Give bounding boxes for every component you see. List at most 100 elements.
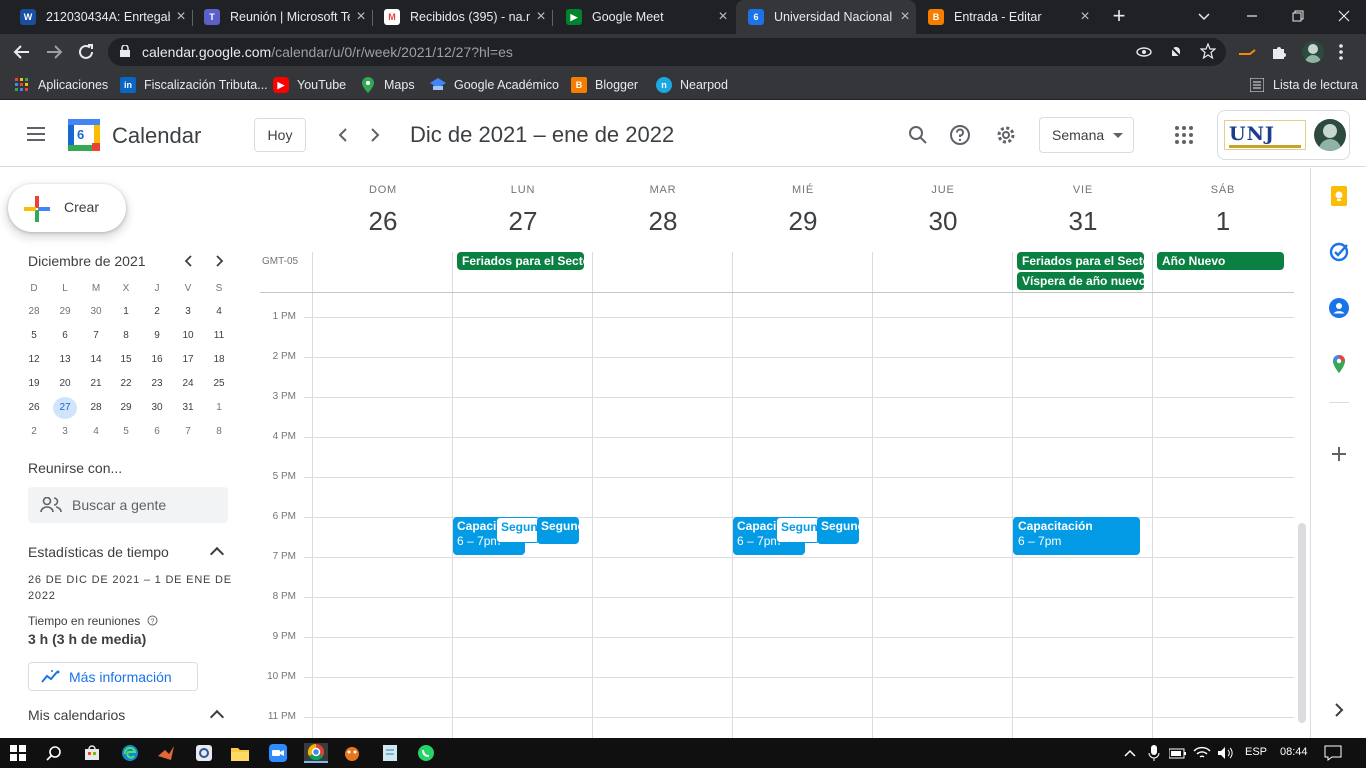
close-icon[interactable]: × <box>1074 8 1096 26</box>
mini-day[interactable]: 26 <box>22 397 46 419</box>
menu-dots-icon[interactable] <box>1338 43 1344 61</box>
mini-day[interactable]: 8 <box>207 421 231 443</box>
day-number-button[interactable]: 1 <box>1153 206 1293 237</box>
chrome-taskbar-icon[interactable] <box>304 743 328 763</box>
mini-day[interactable]: 1 <box>114 301 138 323</box>
bookmark-maps[interactable]: Maps <box>360 76 415 94</box>
close-icon[interactable]: × <box>712 8 734 26</box>
puzzle-icon[interactable] <box>1270 43 1288 61</box>
reading-list[interactable]: Lista de lectura <box>1249 76 1358 94</box>
matlab-icon[interactable] <box>156 743 176 763</box>
event-segundo-mon-2[interactable]: Segundo <box>537 517 579 544</box>
mini-day[interactable]: 30 <box>84 301 108 323</box>
bookmark-nearpod[interactable]: n Nearpod <box>656 76 728 94</box>
notes-icon[interactable] <box>380 743 400 763</box>
bookmark-star-icon[interactable] <box>1199 42 1217 60</box>
minimize-icon[interactable] <box>1244 8 1260 24</box>
grid-scrollbar[interactable] <box>1298 523 1306 723</box>
bookmark-youtube[interactable]: ▶ YouTube <box>273 76 346 94</box>
tab-search-icon[interactable] <box>1196 8 1212 24</box>
mini-day[interactable]: 24 <box>176 373 200 395</box>
contacts-icon[interactable] <box>1329 298 1349 318</box>
event-capacitacion-fri[interactable]: Capacitación 6 – 7pm <box>1013 517 1140 555</box>
notifications-off-icon[interactable] <box>1168 44 1184 60</box>
more-info-button[interactable]: Más información <box>28 662 198 691</box>
microphone-icon[interactable] <box>1144 743 1164 763</box>
mini-day[interactable]: 18 <box>207 349 231 371</box>
mini-day[interactable]: 11 <box>207 325 231 347</box>
close-icon[interactable]: × <box>170 8 192 26</box>
mini-day[interactable]: 25 <box>207 373 231 395</box>
address-bar[interactable]: calendar.google.com/calendar/u/0/r/week/… <box>108 38 1226 66</box>
user-avatar[interactable] <box>1314 119 1346 151</box>
mini-day[interactable]: 3 <box>176 301 200 323</box>
search-people-input[interactable]: Buscar a gente <box>28 487 228 523</box>
mini-day[interactable]: 28 <box>22 301 46 323</box>
maps-icon[interactable] <box>1329 354 1349 374</box>
day-number-button[interactable]: 31 <box>1013 206 1153 237</box>
wifi-icon[interactable] <box>1192 743 1212 763</box>
bookmark-blogger[interactable]: B Blogger <box>571 76 638 94</box>
mini-day[interactable]: 7 <box>84 325 108 347</box>
mini-day[interactable]: 1 <box>207 397 231 419</box>
volume-icon[interactable] <box>1216 743 1236 763</box>
mini-day[interactable]: 22 <box>114 373 138 395</box>
forward-icon[interactable] <box>42 40 66 64</box>
day-number-button[interactable]: 30 <box>873 206 1013 237</box>
mini-day[interactable]: 21 <box>84 373 108 395</box>
mini-day[interactable]: 7 <box>176 421 200 443</box>
mini-day[interactable]: 10 <box>176 325 200 347</box>
bookmark-scholar[interactable]: Google Académico <box>430 76 559 94</box>
new-tab-button[interactable]: + <box>1108 5 1130 27</box>
close-icon[interactable]: × <box>894 8 916 26</box>
mini-day[interactable]: 17 <box>176 349 200 371</box>
collapse-calendars-icon[interactable] <box>209 709 225 725</box>
next-week-icon[interactable] <box>365 125 385 145</box>
tab-meet[interactable]: ▶ Google Meet × <box>554 0 734 34</box>
expand-panel-icon[interactable] <box>1329 700 1349 720</box>
day-number-button[interactable]: 28 <box>593 206 733 237</box>
all-day-event[interactable]: Víspera de año nuevo <box>1017 272 1144 290</box>
bookmark-fiscalizacion[interactable]: in Fiscalización Tributa... <box>120 76 268 94</box>
taskbar-search-icon[interactable] <box>44 743 64 763</box>
app-icon-orange[interactable] <box>342 743 362 763</box>
mini-day[interactable]: 2 <box>145 301 169 323</box>
zoom-icon[interactable] <box>268 743 288 763</box>
mini-day[interactable]: 5 <box>114 421 138 443</box>
mini-day[interactable]: 8 <box>114 325 138 347</box>
app-icon-settings[interactable] <box>194 743 214 763</box>
keep-icon[interactable] <box>1329 186 1349 206</box>
tab-calendar-active[interactable]: 6 Universidad Nacional de × <box>736 0 916 34</box>
mini-day[interactable]: 5 <box>22 325 46 347</box>
mini-prev-icon[interactable] <box>179 251 199 271</box>
tab-blogger[interactable]: B Entrada - Editar × <box>916 0 1096 34</box>
mini-day[interactable]: 27 <box>53 397 77 419</box>
input-language[interactable]: ESP <box>1245 746 1267 758</box>
mini-day[interactable]: 28 <box>84 397 108 419</box>
window-close-icon[interactable] <box>1336 8 1352 24</box>
mini-day[interactable]: 23 <box>145 373 169 395</box>
event-segundo-wed-2[interactable]: Segundo <box>817 517 859 544</box>
reload-icon[interactable] <box>74 40 98 64</box>
mini-day[interactable]: 3 <box>53 421 77 443</box>
tasks-icon[interactable] <box>1329 242 1349 262</box>
mini-day[interactable]: 6 <box>145 421 169 443</box>
mini-day[interactable]: 14 <box>84 349 108 371</box>
mini-day[interactable]: 4 <box>84 421 108 443</box>
tab-udh[interactable]: W 212030434A: Enrtegable × <box>8 0 192 34</box>
tray-chevron-icon[interactable] <box>1120 743 1140 763</box>
day-number-button[interactable]: 26 <box>313 206 453 237</box>
bookmark-apps[interactable]: Aplicaciones <box>14 76 108 94</box>
close-icon[interactable]: × <box>350 8 372 26</box>
mini-day[interactable]: 19 <box>22 373 46 395</box>
battery-icon[interactable] <box>1168 743 1188 763</box>
mini-day[interactable]: 29 <box>114 397 138 419</box>
clock[interactable]: 08:44 <box>1280 746 1308 758</box>
file-explorer-icon[interactable] <box>230 743 250 763</box>
store-icon[interactable] <box>82 743 102 763</box>
help-small-icon[interactable]: ? <box>147 615 158 626</box>
notification-center-icon[interactable] <box>1323 743 1343 763</box>
all-day-event[interactable]: Feriados para el Sector <box>1017 252 1144 270</box>
mini-day[interactable]: 2 <box>22 421 46 443</box>
tab-teams[interactable]: T Reunión | Microsoft Teams × <box>192 0 372 34</box>
